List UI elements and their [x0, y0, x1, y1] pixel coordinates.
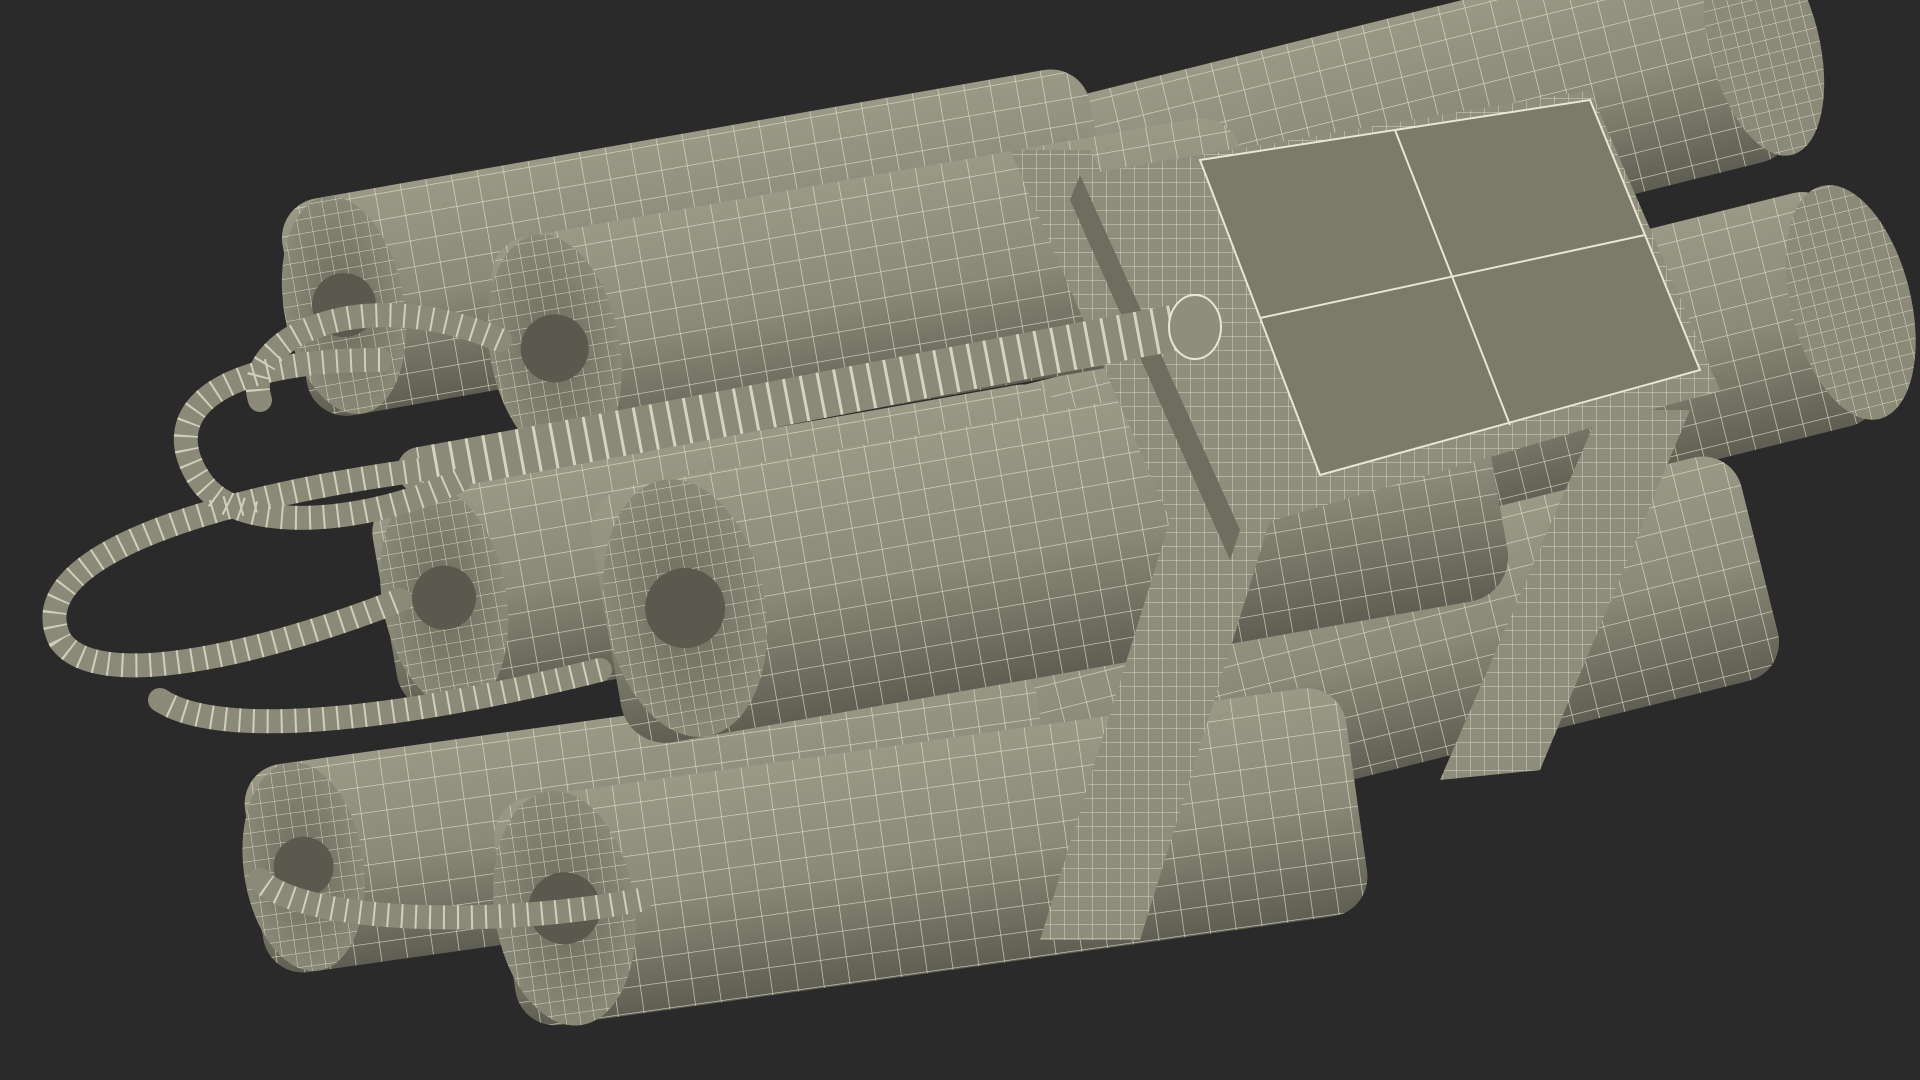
- render-viewport: [0, 0, 1920, 1080]
- dynamite-wireframe-render: [42, 0, 1916, 1026]
